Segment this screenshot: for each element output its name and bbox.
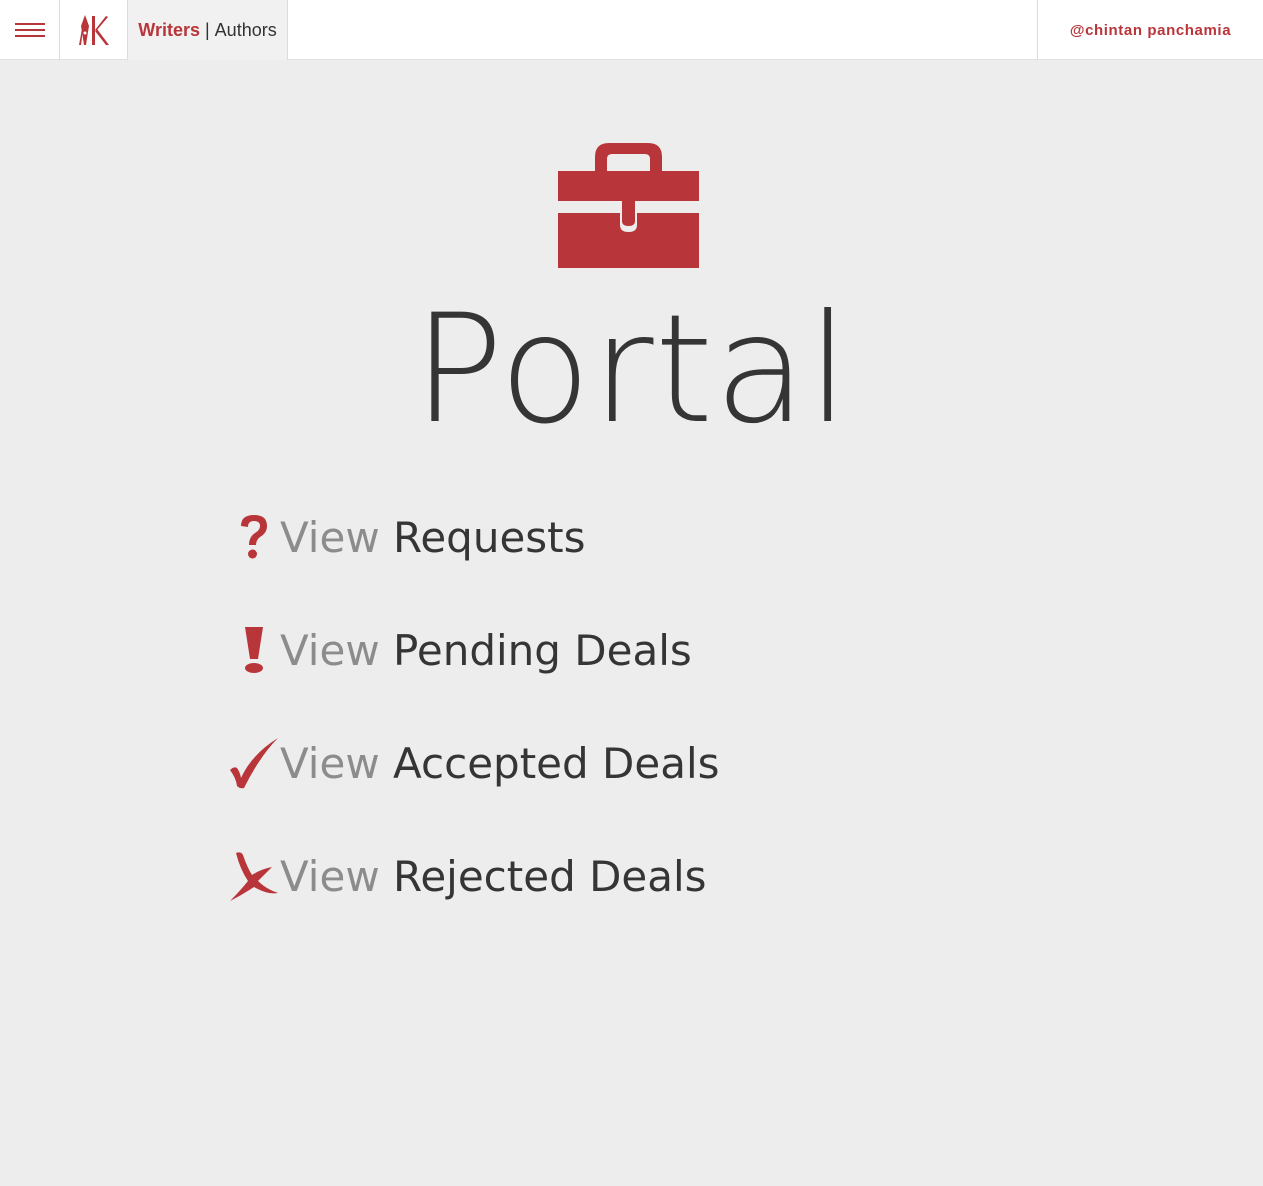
brand-writers: Writers [138, 19, 200, 40]
menu-item-verb: View [280, 852, 380, 901]
menu-item-label: Rejected Deals [393, 852, 707, 901]
brand-separator: | [204, 19, 210, 40]
menu-item-verb: View [280, 739, 380, 788]
menu-item-label: Accepted Deals [393, 739, 720, 788]
page-title: Portal [413, 283, 850, 457]
logo-link[interactable] [60, 0, 128, 60]
x-icon [230, 852, 278, 901]
question-icon [241, 515, 267, 559]
briefcase-icon [558, 143, 699, 268]
menu-item-verb: View [280, 626, 380, 675]
view-rejected-deals-link[interactable]: View Rejected Deals [228, 845, 707, 909]
menu-item-label: Pending Deals [393, 626, 692, 675]
exclamation-icon [245, 627, 263, 673]
menu-item-verb: View [280, 513, 380, 562]
view-pending-deals-link[interactable]: View Pending Deals [228, 619, 692, 683]
view-accepted-deals-link[interactable]: View Accepted Deals [228, 732, 720, 796]
check-icon [230, 738, 278, 789]
brand-authors: Authors [214, 19, 277, 40]
user-handle: @chintan panchamia [1069, 21, 1232, 39]
menu-toggle-button[interactable] [0, 0, 60, 60]
brand-link[interactable]: Writers | Authors [128, 0, 288, 60]
user-menu[interactable]: @chintan panchamia [1037, 0, 1263, 60]
menu-item-label: Requests [393, 513, 586, 562]
hamburger-icon [14, 23, 45, 37]
logo-icon [78, 15, 109, 45]
view-requests-link[interactable]: View Requests [228, 506, 586, 570]
top-navbar: Writers | Authors @chintan panchamia [0, 0, 1263, 60]
